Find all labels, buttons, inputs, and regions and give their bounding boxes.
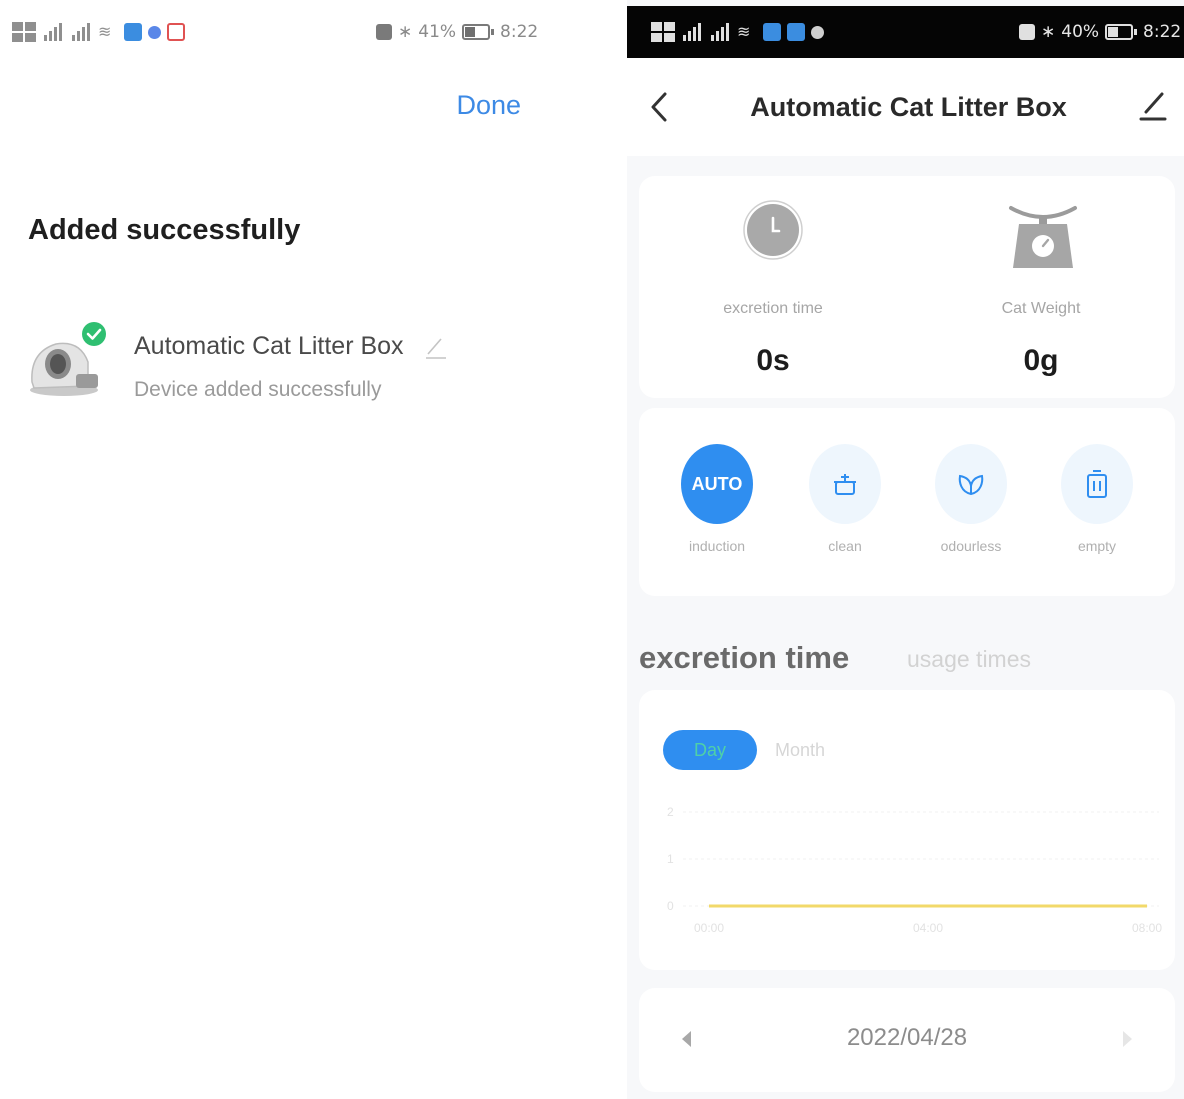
current-date: 2022/04/28 bbox=[846, 1024, 968, 1051]
x-tick-label: 08:00 bbox=[1132, 921, 1162, 935]
weight-stat: Cat Weight 0g bbox=[907, 176, 1175, 398]
status-icons-right: ∗ 41% 8:22 bbox=[376, 22, 538, 42]
signal-icon bbox=[42, 23, 64, 41]
header-bar: Automatic Cat Litter Box bbox=[627, 58, 1184, 156]
modes-card: AUTO induction clean odourless empty bbox=[639, 408, 1175, 596]
mode-label: clean bbox=[828, 538, 862, 554]
next-date-arrow-icon[interactable] bbox=[1119, 1028, 1135, 1050]
auto-icon: AUTO bbox=[681, 444, 753, 524]
status-bar-dark: ≋ ∗ 40% 8:22 bbox=[627, 6, 1184, 58]
battery-percent: 41% bbox=[418, 22, 457, 42]
wifi-icon: ≋ bbox=[737, 22, 751, 41]
mode-clean[interactable]: clean bbox=[809, 444, 881, 554]
date-selector: 2022/04/28 bbox=[639, 988, 1175, 1092]
clock-time: 8:22 bbox=[500, 22, 539, 42]
stats-card: excretion time 0s Cat Weight 0g bbox=[639, 176, 1175, 398]
page-title: Automatic Cat Litter Box bbox=[750, 92, 1067, 122]
device-name: Automatic Cat Litter Box bbox=[134, 332, 404, 360]
excretion-label: excretion time bbox=[723, 300, 823, 317]
app-notification-icon-3 bbox=[811, 25, 824, 39]
mode-label: empty bbox=[1077, 538, 1117, 554]
bin-icon bbox=[1061, 444, 1133, 524]
x-tick-label: 00:00 bbox=[694, 921, 724, 935]
signal-icon bbox=[681, 23, 703, 41]
excretion-chart: 0 1 2 00:00 04:00 08:00 bbox=[667, 805, 1162, 935]
app-notification-icon-2 bbox=[148, 25, 161, 39]
mode-label: induction bbox=[688, 538, 746, 554]
app-notification-icon-2 bbox=[787, 23, 805, 41]
vibrate-icon bbox=[376, 24, 392, 40]
status-icons-left: ≋ bbox=[651, 22, 824, 42]
excretion-stat: excretion time 0s bbox=[639, 176, 907, 398]
app-notification-icon bbox=[763, 23, 781, 41]
signal-icon-2 bbox=[709, 23, 731, 41]
excretion-value: 0s bbox=[756, 344, 790, 377]
left-screen: ≋ ∗ 41% 8:22 Done Added successfully Aut… bbox=[0, 0, 545, 1099]
status-bar: ≋ ∗ 41% 8:22 bbox=[0, 0, 545, 64]
tab-usage-times[interactable]: usage times bbox=[907, 646, 1031, 673]
right-screen: ≋ ∗ 40% 8:22 Automatic Cat Litter Box ex… bbox=[627, 0, 1184, 1099]
mode-odourless[interactable]: odourless bbox=[935, 444, 1007, 554]
mode-empty[interactable]: empty bbox=[1061, 444, 1133, 554]
mode-induction[interactable]: AUTO induction bbox=[681, 444, 753, 554]
bluetooth-icon: ∗ bbox=[1041, 22, 1056, 42]
sim-icon bbox=[651, 22, 675, 42]
status-icons-right: ∗ 40% 8:22 bbox=[1019, 22, 1181, 42]
signal-icon-2 bbox=[70, 23, 92, 41]
tab-excretion-time[interactable]: excretion time bbox=[639, 640, 849, 676]
screenshot-root: ≋ ∗ 41% 8:22 Done Added successfully Aut… bbox=[0, 0, 1184, 1099]
sim-icon bbox=[12, 22, 36, 42]
y-tick-label: 1 bbox=[667, 852, 674, 866]
clean-icon bbox=[809, 444, 881, 524]
weight-label: Cat Weight bbox=[1001, 300, 1081, 317]
auto-badge: AUTO bbox=[691, 473, 743, 494]
clock-icon bbox=[743, 200, 803, 260]
rename-pencil-icon[interactable] bbox=[424, 334, 448, 360]
weight-value: 0g bbox=[1023, 344, 1059, 377]
battery-percent: 40% bbox=[1061, 22, 1100, 42]
battery-icon bbox=[462, 24, 495, 40]
device-status: Device added successfully bbox=[134, 378, 382, 401]
y-tick-label: 2 bbox=[667, 805, 674, 819]
page-title: Added successfully bbox=[28, 214, 301, 246]
app-notification-icon-3 bbox=[167, 23, 185, 41]
leaf-icon bbox=[935, 444, 1007, 524]
status-icons-left: ≋ bbox=[12, 22, 185, 42]
month-toggle-button[interactable]: Month bbox=[775, 740, 825, 761]
chart-card: Day Month 0 1 2 00:00 04:00 08:00 bbox=[639, 690, 1175, 970]
day-toggle-button[interactable]: Day bbox=[663, 730, 757, 770]
wifi-icon: ≋ bbox=[98, 22, 112, 41]
bluetooth-icon: ∗ bbox=[398, 22, 413, 42]
success-check-icon bbox=[82, 322, 106, 346]
done-button[interactable]: Done bbox=[456, 90, 521, 121]
app-notification-icon bbox=[124, 23, 142, 41]
clock-time: 8:22 bbox=[1143, 22, 1182, 42]
mode-label: odourless bbox=[940, 538, 1002, 554]
scale-icon bbox=[1009, 206, 1077, 268]
litter-box-image bbox=[30, 322, 106, 396]
vibrate-icon bbox=[1019, 24, 1035, 40]
battery-icon bbox=[1105, 24, 1138, 40]
x-tick-label: 04:00 bbox=[913, 921, 943, 935]
y-tick-label: 0 bbox=[667, 899, 674, 913]
edit-pencil-icon[interactable] bbox=[1138, 88, 1168, 124]
